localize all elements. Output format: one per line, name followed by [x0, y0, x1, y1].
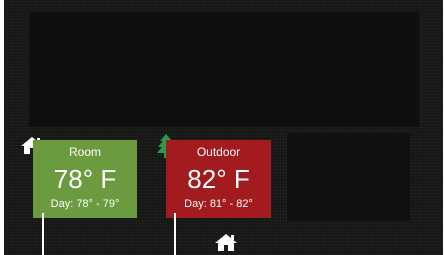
empty-tile-panel: [287, 133, 410, 221]
outdoor-tile-stem: [174, 213, 176, 255]
home-icon[interactable]: [214, 233, 238, 252]
top-display-panel: [29, 12, 419, 127]
outdoor-temperature-tile[interactable]: Outdoor 82° F Day: 81° - 82°: [166, 140, 271, 218]
outdoor-day-range: Day: 81° - 82°: [184, 198, 253, 210]
room-tile-stem: [42, 213, 44, 255]
room-tile-title: Room: [68, 145, 101, 159]
outdoor-tile-title: Outdoor: [196, 145, 241, 159]
outdoor-temperature-value: 82° F: [187, 164, 250, 194]
room-temperature-value: 78° F: [53, 164, 117, 194]
room-temperature-tile[interactable]: Room 78° F Day: 78° - 79°: [33, 140, 137, 218]
left-edge-border: [0, 0, 4, 255]
room-day-range: Day: 78° - 79°: [50, 198, 120, 210]
